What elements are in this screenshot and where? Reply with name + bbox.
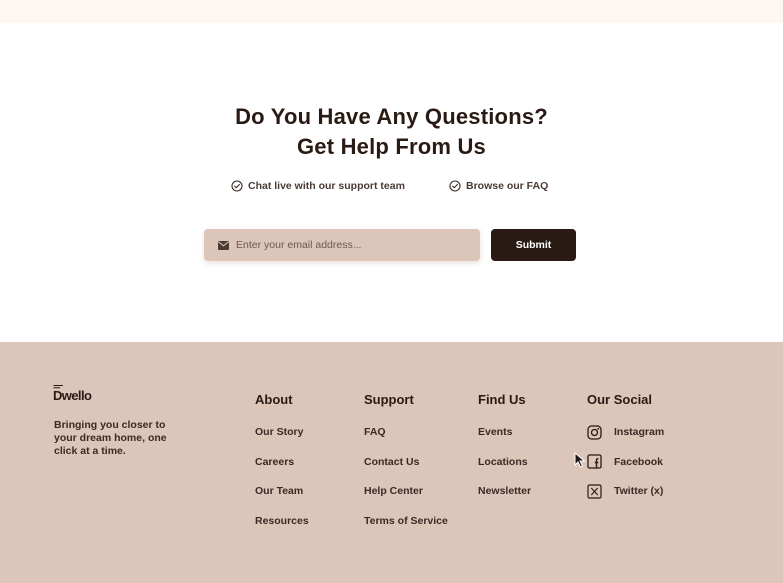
site-footer: Dwello Bringing you closer to your dream…	[0, 342, 783, 583]
footer-link-resources[interactable]: Resources	[255, 514, 309, 528]
x-twitter-icon	[587, 483, 602, 499]
footer-link-contact-us[interactable]: Contact Us	[364, 455, 448, 469]
social-label: Instagram	[614, 426, 665, 438]
footer-link-twitter-x[interactable]: Twitter (x)	[587, 483, 664, 499]
footer-column-title: Our Social	[587, 392, 653, 407]
footer-tagline: Bringing you closer to your dream home, …	[54, 419, 167, 457]
help-heading-line1: Do You Have Any Questions?	[235, 104, 548, 129]
facebook-icon	[587, 454, 602, 469]
feature-label: Chat live with our support team	[248, 180, 405, 192]
social-label: Twitter (x)	[614, 485, 664, 497]
submit-button[interactable]: Submit	[491, 229, 576, 261]
footer-column-title: About	[255, 392, 293, 407]
check-circle-icon	[231, 180, 243, 192]
feature-list: Chat live with our support team Browse o…	[0, 180, 783, 196]
feature-chat-live: Chat live with our support team	[231, 180, 405, 192]
dwello-logo[interactable]: Dwello	[53, 385, 113, 403]
mouse-cursor-icon	[574, 452, 586, 468]
email-field[interactable]	[236, 239, 456, 251]
footer-link-instagram[interactable]: Instagram	[587, 424, 665, 440]
instagram-icon	[587, 424, 602, 440]
footer-column-about: About Our Story Careers Our Team Resourc…	[255, 392, 309, 528]
footer-column-title: Find Us	[478, 392, 526, 407]
footer-link-locations[interactable]: Locations	[478, 455, 531, 469]
help-heading-line2: Get Help From Us	[296, 134, 486, 159]
footer-link-our-story[interactable]: Our Story	[255, 425, 309, 439]
email-field-container[interactable]	[204, 229, 480, 261]
footer-link-newsletter[interactable]: Newsletter	[478, 484, 531, 498]
footer-link-terms-of-service[interactable]: Terms of Service	[364, 514, 448, 528]
mail-icon	[218, 240, 229, 250]
footer-column-social: Our Social Instagram Facebook Twitter (x…	[587, 392, 665, 499]
footer-link-help-center[interactable]: Help Center	[364, 484, 448, 498]
footer-link-facebook[interactable]: Facebook	[587, 454, 664, 469]
footer-link-events[interactable]: Events	[478, 425, 531, 439]
svg-text:Dwello: Dwello	[53, 388, 92, 403]
help-section: Do You Have Any Questions? Get Help From…	[0, 23, 783, 342]
feature-label: Browse our FAQ	[466, 180, 549, 192]
footer-link-careers[interactable]: Careers	[255, 455, 309, 469]
top-band	[0, 0, 783, 23]
footer-link-our-team[interactable]: Our Team	[255, 484, 309, 498]
footer-column-title: Support	[364, 392, 414, 407]
footer-column-support: Support FAQ Contact Us Help Center Terms…	[364, 392, 448, 528]
social-label: Facebook	[614, 455, 664, 468]
feature-browse-faq: Browse our FAQ	[449, 180, 548, 192]
help-heading: Do You Have Any Questions? Get Help From…	[0, 102, 783, 162]
footer-column-find-us: Find Us Events Locations Newsletter	[478, 392, 531, 498]
check-circle-icon	[449, 180, 461, 192]
footer-link-faq[interactable]: FAQ	[364, 425, 448, 439]
